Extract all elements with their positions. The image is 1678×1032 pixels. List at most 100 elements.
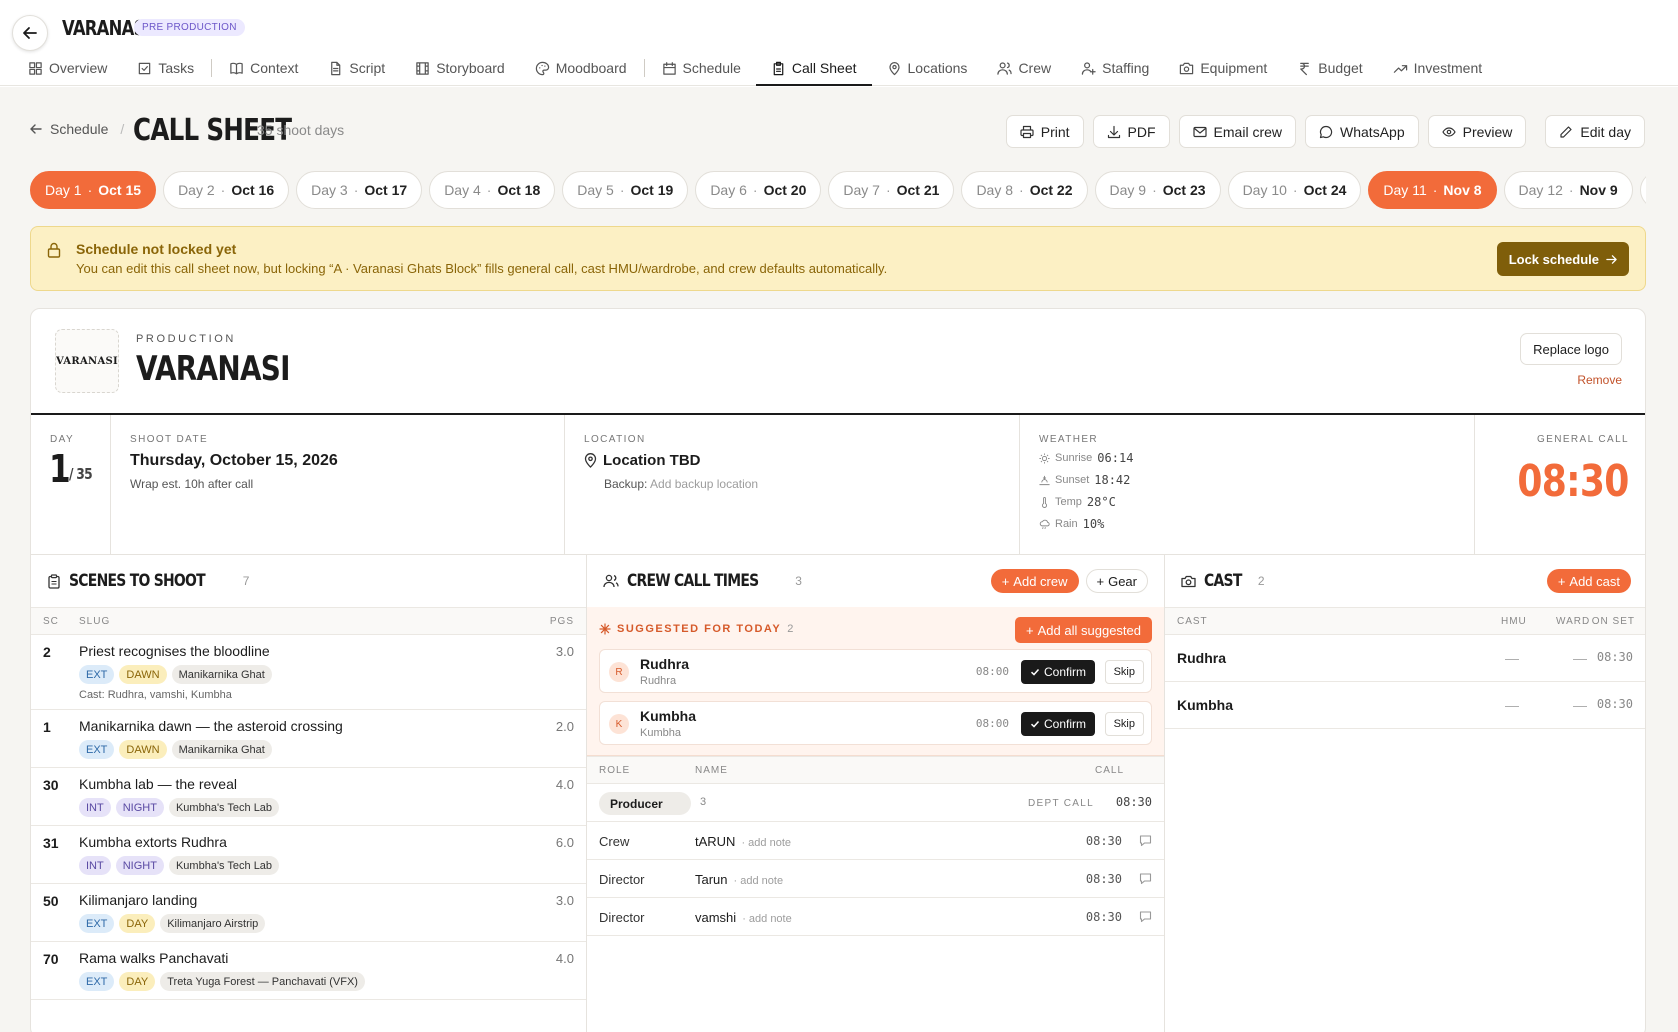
day-pill-4[interactable]: Day 4 · Oct 18 [429,171,556,209]
day-pill-8[interactable]: Day 8 · Oct 22 [961,171,1088,209]
cast-hmu[interactable]: — [1505,650,1519,666]
confirm-button[interactable]: Confirm [1020,660,1095,684]
crew-row[interactable]: Director vamshi · add note 08:30 [587,898,1164,936]
scene-pages: 6.0 [555,835,574,850]
int-ext-tag: EXT [79,740,115,759]
general-call-time[interactable]: 08:30 [1518,457,1630,507]
comment-icon[interactable] [1139,834,1152,847]
add-all-suggested-button[interactable]: + Add all suggested [1015,617,1152,643]
add-cast-button[interactable]: + Add cast [1546,569,1631,593]
day-pill-separator: · [885,182,891,198]
scene-row[interactable]: 1 Manikarnika dawn — the asteroid crossin… [31,710,586,768]
day-pill-13[interactable]: Day 13 [1639,171,1646,209]
remove-logo-link[interactable]: Remove [1577,373,1622,387]
scene-row[interactable]: 70 Rama walks Panchavati 4.0 EXT DAY Treta Yu… [31,942,586,1000]
whatsapp-button[interactable]: WhatsApp [1305,115,1419,148]
day-pill-12[interactable]: Day 12 · Nov 9 [1503,171,1633,209]
cast-on-set[interactable]: 08:30 [1597,697,1633,711]
department-row: Producer 3 DEPT CALL 08:30 [587,784,1164,822]
day-pill-3[interactable]: Day 3 · Oct 17 [296,171,423,209]
backup-location-input[interactable]: Add backup location [650,477,758,491]
day-pill-label: Day 5 [577,182,614,198]
tab-context[interactable]: Context [214,50,313,86]
breadcrumb-schedule[interactable]: Schedule [50,121,108,137]
pdf-button[interactable]: PDF [1092,115,1170,148]
back-button[interactable] [12,15,48,51]
day-pill-5[interactable]: Day 5 · Oct 19 [562,171,689,209]
crew-call-time[interactable]: 08:30 [1086,910,1122,924]
cast-row[interactable]: Kumbha — — 08:30 [1165,682,1645,729]
skip-button[interactable]: Skip [1104,712,1144,736]
skip-button[interactable]: Skip [1104,660,1144,684]
crew-role: Director [599,872,645,887]
rain-value: 10% [1082,517,1105,531]
crew-call-time[interactable]: 08:30 [1086,834,1122,848]
day-pill-9[interactable]: Day 9 · Oct 23 [1094,171,1221,209]
tab-overview[interactable]: Overview [28,50,122,86]
edit-day-button[interactable]: Edit day [1545,115,1645,148]
department-name[interactable]: Producer [599,792,691,815]
breadcrumb[interactable]: Schedule / [30,121,128,137]
cast-row[interactable]: Rudhra — — 08:30 [1165,635,1645,682]
cast-wardrobe[interactable]: — [1573,697,1587,713]
production-logo[interactable]: VARANASI [55,329,119,393]
tab-crew[interactable]: Crew [982,50,1066,86]
cast-hmu[interactable]: — [1505,697,1519,713]
confirm-button[interactable]: Confirm [1020,712,1095,736]
tab-call-sheet[interactable]: Call Sheet [755,50,872,86]
tab-locations[interactable]: Locations [872,50,983,86]
crew-row[interactable]: Crew tARUN · add note 08:30 [587,822,1164,860]
gear-button[interactable]: + Gear [1085,569,1148,593]
scene-row[interactable]: 50 Kilimanjaro landing 3.0 EXT DAY Kilimanjar… [31,884,586,942]
day-pill-date: Oct 24 [1303,182,1347,198]
lock-schedule-button[interactable]: Lock schedule [1496,242,1629,276]
tab-moodboard[interactable]: Moodboard [520,50,642,86]
comment-icon[interactable] [1139,872,1152,885]
dept-call-time[interactable]: 08:30 [1116,795,1152,809]
arrow-right-icon [1606,254,1617,264]
weather-temp: Temp 28°C [1039,495,1116,509]
nav-separator [643,59,645,77]
day-pill-2[interactable]: Day 2 · Oct 16 [163,171,290,209]
tab-tasks[interactable]: Tasks [122,50,209,86]
tab-schedule[interactable]: Schedule [647,50,756,86]
crew-row[interactable]: Director Tarun · add note 08:30 [587,860,1164,898]
scene-row[interactable]: 31 Kumbha extorts Rudhra 6.0 INT NIGHT Kumbha… [31,826,586,884]
day-pill-7[interactable]: Day 7 · Oct 21 [828,171,955,209]
add-note-link[interactable]: · add note [741,837,791,849]
replace-logo-button[interactable]: Replace logo [1520,333,1622,365]
tab-budget[interactable]: Budget [1282,50,1377,86]
add-note-link[interactable]: · add note [742,913,792,925]
print-button[interactable]: Print [1005,115,1084,148]
tab-script[interactable]: Script [313,50,400,86]
day-pill-label: Day 10 [1242,182,1287,198]
preview-button[interactable]: Preview [1427,115,1527,148]
day-pill-10[interactable]: Day 10 · Oct 24 [1227,171,1362,209]
day-pill-6[interactable]: Day 6 · Oct 20 [695,171,822,209]
location-name-text: Location TBD [603,452,701,469]
day-pill-11[interactable]: Day 11 · Nov 8 [1368,171,1497,209]
backup-location[interactable]: Backup: Add backup location [584,477,758,491]
pin-icon [888,61,900,75]
comment-icon[interactable] [1139,910,1152,923]
day-pill-1[interactable]: Day 1 · Oct 15 [30,171,157,209]
scene-row[interactable]: 2 Priest recognises the bloodline 3.0 EXT DA… [31,635,586,710]
add-note-link[interactable]: · add note [734,875,784,887]
tab-investment[interactable]: Investment [1378,50,1497,86]
location-name[interactable]: Location TBD [584,452,701,469]
email-crew-button[interactable]: Email crew [1178,115,1297,148]
suggested-count: 2 [787,623,795,635]
user-add-icon [1081,61,1096,75]
tab-equipment[interactable]: Equipment [1164,50,1282,86]
tab-label: Tasks [158,60,195,76]
backup-label: Backup: [604,477,648,491]
scene-pages: 2.0 [555,719,574,734]
add-crew-button[interactable]: + Add crew [990,569,1079,593]
scene-row[interactable]: 30 Kumbha lab — the reveal 4.0 INT NIGHT Kumb… [31,768,586,826]
tab-storyboard[interactable]: Storyboard [400,50,519,86]
cast-on-set[interactable]: 08:30 [1597,650,1633,664]
cast-wardrobe[interactable]: — [1573,650,1587,666]
tab-staffing[interactable]: Staffing [1066,50,1164,86]
crew-call-time[interactable]: 08:30 [1086,872,1122,886]
download-icon [1107,125,1120,138]
